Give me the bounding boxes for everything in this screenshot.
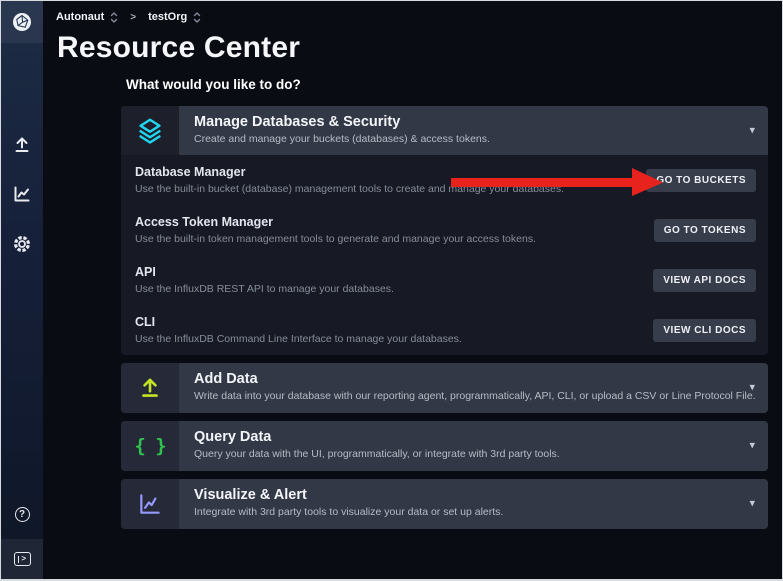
card-subtitle: Query your data with the UI, programmati… (194, 448, 560, 460)
row-title: CLI (135, 315, 462, 329)
card-header-text: Query Data Query your data with the UI, … (179, 421, 560, 471)
row-api: API Use the InfluxDB REST API to manage … (121, 255, 768, 305)
app-window: ? > Autonaut > testOrg (0, 0, 783, 581)
sidebar-item-data-explorer[interactable] (1, 181, 43, 207)
chevron-down-icon: ▾ (749, 383, 755, 394)
version-button[interactable]: > (1, 539, 43, 579)
view-api-docs-button[interactable]: VIEW API DOCS (653, 269, 756, 292)
go-to-buckets-button[interactable]: GO TO BUCKETS (646, 169, 756, 192)
card-subtitle: Integrate with 3rd party tools to visual… (194, 506, 503, 518)
chevron-down-icon: ▾ (749, 125, 755, 136)
gear-icon (12, 234, 32, 254)
page-title: Resource Center (57, 32, 782, 64)
layers-icon (121, 106, 179, 155)
row-database-manager: Database Manager Use the built-in bucket… (121, 155, 768, 205)
line-graph-icon (12, 184, 32, 204)
row-title: API (135, 265, 394, 279)
card-manage-databases: Manage Databases & Security Create and m… (121, 106, 768, 355)
prompt-bar (18, 556, 20, 563)
card-header-text: Visualize & Alert Integrate with 3rd par… (179, 479, 503, 529)
row-text: Access Token Manager Use the built-in to… (135, 215, 536, 245)
account-switcher-icon[interactable] (110, 11, 118, 24)
view-cli-docs-button[interactable]: VIEW CLI DOCS (653, 319, 756, 342)
row-access-token-manager: Access Token Manager Use the built-in to… (121, 205, 768, 255)
row-description: Use the built-in bucket (database) manag… (135, 183, 564, 195)
row-description: Use the built-in token management tools … (135, 233, 536, 245)
sidebar-item-settings[interactable] (1, 231, 43, 257)
card-visualize-alert: Visualize & Alert Integrate with 3rd par… (121, 479, 768, 529)
breadcrumb-account[interactable]: Autonaut (56, 11, 104, 23)
row-description: Use the InfluxDB REST API to manage your… (135, 283, 394, 295)
section-heading: What would you like to do? (126, 77, 768, 92)
org-switcher-icon[interactable] (193, 11, 201, 24)
card-subtitle: Write data into your database with our r… (194, 390, 756, 402)
sidebar-bottom: ? > (1, 501, 43, 579)
resource-center-body: What would you like to do? Manage Databa… (121, 77, 768, 529)
main-content: Autonaut > testOrg Resource Center What … (43, 1, 782, 579)
upload-icon (12, 134, 32, 154)
sidebar: ? > (1, 1, 43, 579)
card-title: Visualize & Alert (194, 487, 503, 503)
question-icon: ? (15, 507, 30, 522)
card-add-data-header[interactable]: Add Data Write data into your database w… (121, 363, 768, 413)
card-header-text: Manage Databases & Security Create and m… (179, 106, 490, 155)
card-manage-header[interactable]: Manage Databases & Security Create and m… (121, 106, 768, 155)
card-add-data: Add Data Write data into your database w… (121, 363, 768, 413)
influxdb-logo-icon (11, 11, 33, 33)
row-text: CLI Use the InfluxDB Command Line Interf… (135, 315, 462, 345)
card-title: Query Data (194, 429, 560, 445)
braces-glyph: { } (134, 435, 165, 457)
go-to-tokens-button[interactable]: GO TO TOKENS (654, 219, 756, 242)
card-query-data: { } Query Data Query your data with the … (121, 421, 768, 471)
row-title: Access Token Manager (135, 215, 536, 229)
card-header-text: Add Data Write data into your database w… (179, 363, 756, 413)
sidebar-item-load-data[interactable] (1, 131, 43, 157)
row-cli: CLI Use the InfluxDB Command Line Interf… (121, 305, 768, 355)
row-title: Database Manager (135, 165, 564, 179)
sidebar-nav (1, 131, 43, 257)
influxdb-logo[interactable] (1, 1, 43, 43)
card-title: Manage Databases & Security (194, 114, 490, 130)
chevron-down-icon: ▾ (749, 441, 755, 452)
card-title: Add Data (194, 371, 756, 387)
row-text: Database Manager Use the built-in bucket… (135, 165, 564, 195)
curly-braces-icon: { } (121, 421, 179, 471)
card-query-data-header[interactable]: { } Query Data Query your data with the … (121, 421, 768, 471)
row-description: Use the InfluxDB Command Line Interface … (135, 333, 462, 345)
chevron-down-icon: ▾ (749, 499, 755, 510)
prompt-icon: > (14, 552, 31, 566)
card-visualize-alert-header[interactable]: Visualize & Alert Integrate with 3rd par… (121, 479, 768, 529)
line-chart-icon (121, 479, 179, 529)
card-subtitle: Create and manage your buckets (database… (194, 133, 490, 145)
card-manage-body: Database Manager Use the built-in bucket… (121, 155, 768, 355)
upload-icon (121, 363, 179, 413)
prompt-chevron: > (21, 555, 26, 563)
breadcrumb: Autonaut > testOrg (56, 10, 782, 24)
breadcrumb-separator: > (130, 12, 136, 23)
breadcrumb-org[interactable]: testOrg (148, 11, 187, 23)
help-button[interactable]: ? (1, 501, 43, 527)
row-text: API Use the InfluxDB REST API to manage … (135, 265, 394, 295)
